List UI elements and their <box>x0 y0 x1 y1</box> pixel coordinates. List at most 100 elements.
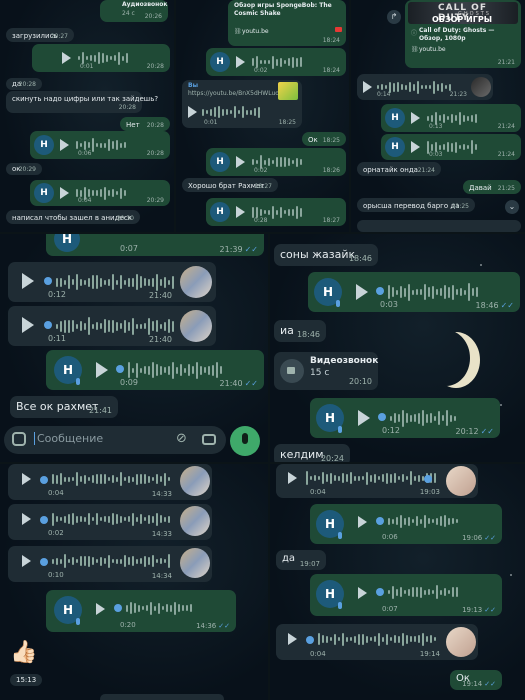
play-icon[interactable] <box>236 206 245 218</box>
voice-message[interactable]: Н 0:03 18:46 ✓✓ <box>308 272 520 312</box>
progress-dot[interactable] <box>306 636 314 644</box>
waveform-bar <box>204 367 206 373</box>
voice-message[interactable]: Н 0:12 20:12 ✓✓ <box>310 398 500 438</box>
message-time: 18:46 <box>296 330 320 339</box>
voice-message[interactable]: Н 0:03 21:24 <box>381 134 521 160</box>
attach-icon[interactable]: ⊘ <box>176 431 187 446</box>
call-bubble[interactable]: Аудиозвонок 24 с 20:26 <box>100 0 168 22</box>
waveform-bar <box>310 476 312 480</box>
voice-message[interactable]: 0:04 14:33 <box>8 464 212 500</box>
message-input[interactable]: Сообщение <box>34 432 103 445</box>
progress-dot[interactable] <box>40 476 48 484</box>
progress-dot[interactable] <box>376 517 384 525</box>
voice-message[interactable]: Н 0:02 18:26 <box>206 148 346 176</box>
play-icon[interactable] <box>22 473 31 485</box>
play-icon[interactable] <box>22 317 34 333</box>
link-preview[interactable]: CALL OF DUTY GHOSTS ОБЗОР ИГРЫ ⓘ Call of… <box>405 0 521 68</box>
waveform-bar <box>52 558 54 564</box>
play-icon[interactable] <box>358 516 367 528</box>
play-icon[interactable] <box>60 139 69 151</box>
voice-message[interactable]: Н 0:28 18:27 <box>206 198 346 226</box>
waveform-bar <box>242 106 244 118</box>
progress-dot[interactable] <box>40 558 48 566</box>
scroll-down-icon[interactable]: ⌄ <box>505 200 519 214</box>
play-icon[interactable] <box>288 633 297 645</box>
voice-message[interactable]: 0:14 21:23 <box>357 74 493 100</box>
voice-message[interactable]: 0:11 21:40 <box>8 306 216 346</box>
video-thumbnail[interactable]: CALL OF DUTY GHOSTS ОБЗОР ИГРЫ <box>408 2 518 24</box>
avatar: Н <box>34 135 54 155</box>
play-icon[interactable] <box>411 141 420 153</box>
waveform-bar <box>88 317 90 335</box>
waveform-bar <box>52 512 54 526</box>
play-icon[interactable] <box>363 81 372 93</box>
voice-message[interactable]: 0:10 14:34 <box>8 546 212 582</box>
progress-dot[interactable] <box>44 321 52 329</box>
waveform-bar <box>400 587 402 597</box>
voice-message[interactable]: 0:12 21:40 <box>8 262 216 302</box>
progress-dot[interactable] <box>376 588 384 596</box>
voice-message[interactable]: Н 0:02 18:24 <box>206 48 346 76</box>
voice-message[interactable]: Н 0:07 19:13 ✓✓ <box>310 574 502 616</box>
progress-dot[interactable] <box>376 287 384 295</box>
play-icon[interactable] <box>188 106 197 118</box>
waveform-bar <box>106 54 108 62</box>
waveform-bar <box>388 285 390 299</box>
camera-icon[interactable] <box>202 434 216 445</box>
voice-message[interactable]: Н 0:20 14:36 ✓✓ <box>46 590 236 632</box>
play-icon[interactable] <box>62 52 71 64</box>
voice-duration: 0:04 <box>48 489 64 497</box>
reply-voice-message[interactable]: Вы https://youtu.be/BnX5dHWLuoc 0:01 18:… <box>182 80 302 128</box>
progress-dot[interactable] <box>116 365 124 373</box>
waveform-bar <box>430 413 432 423</box>
sticker-icon[interactable] <box>12 432 26 446</box>
play-icon[interactable] <box>60 187 69 199</box>
voice-record-button[interactable] <box>230 426 260 456</box>
play-icon[interactable] <box>96 603 105 615</box>
voice-message[interactable]: 0:02 14:33 <box>8 504 212 540</box>
waveform-bar <box>102 53 104 63</box>
play-icon[interactable] <box>358 410 370 426</box>
voice-time: 14:34 <box>151 572 172 580</box>
play-icon[interactable] <box>96 362 108 378</box>
call-bubble[interactable]: Видеозвонок 15 с 20:10 <box>274 352 378 390</box>
voice-message[interactable]: Н 0:04 20:29 <box>30 180 170 206</box>
voice-message[interactable]: Н 0:07 21:39 ✓✓ <box>46 234 264 256</box>
voice-message[interactable]: Н 0:09 21:40 ✓✓ <box>46 350 264 390</box>
voice-message[interactable]: Н 0:06 20:28 <box>30 131 170 159</box>
progress-dot[interactable] <box>44 277 52 285</box>
message-time: 18:27 <box>254 183 272 190</box>
link-preview[interactable]: Обзор игры SpongeBob: The Cosmic Shake ⛓… <box>228 0 346 46</box>
avatar: Н <box>34 183 54 203</box>
message-input-bar[interactable]: Сообщение ⊘ <box>4 426 226 454</box>
voice-message[interactable]: Н 0:13 21:24 <box>381 104 521 132</box>
progress-dot[interactable] <box>114 604 122 612</box>
voice-duration: 0:12 <box>382 426 400 435</box>
waveform-bar <box>386 633 388 645</box>
play-icon[interactable] <box>358 587 367 599</box>
voice-message[interactable]: 0:01 20:28 <box>32 44 170 72</box>
voice-message[interactable]: 0:04 19:03 <box>276 464 478 498</box>
waveform-bar <box>268 158 270 166</box>
voice-message[interactable]: Н 0:06 19:06 ✓✓ <box>310 504 502 544</box>
play-icon[interactable] <box>288 472 297 484</box>
progress-dot[interactable] <box>378 413 386 421</box>
play-icon[interactable] <box>22 513 31 525</box>
forward-icon[interactable]: ↱ <box>387 10 401 24</box>
waveform-bar <box>120 472 122 486</box>
play-icon[interactable] <box>411 112 420 124</box>
call-title: Видеозвонок <box>310 356 379 366</box>
play-icon[interactable] <box>236 56 245 68</box>
waveform-bar <box>160 558 162 564</box>
waveform-bar <box>431 143 433 151</box>
play-icon[interactable] <box>22 273 34 289</box>
play-icon[interactable] <box>356 284 368 300</box>
play-icon[interactable] <box>236 156 245 168</box>
waveform-bar <box>152 515 154 523</box>
play-icon[interactable] <box>22 555 31 567</box>
message-text: Ок <box>308 136 318 144</box>
progress-dot[interactable] <box>40 516 48 524</box>
progress-dot[interactable] <box>424 475 432 483</box>
voice-message[interactable]: 0:04 19:14 <box>276 624 478 660</box>
input-bar[interactable] <box>357 220 521 232</box>
